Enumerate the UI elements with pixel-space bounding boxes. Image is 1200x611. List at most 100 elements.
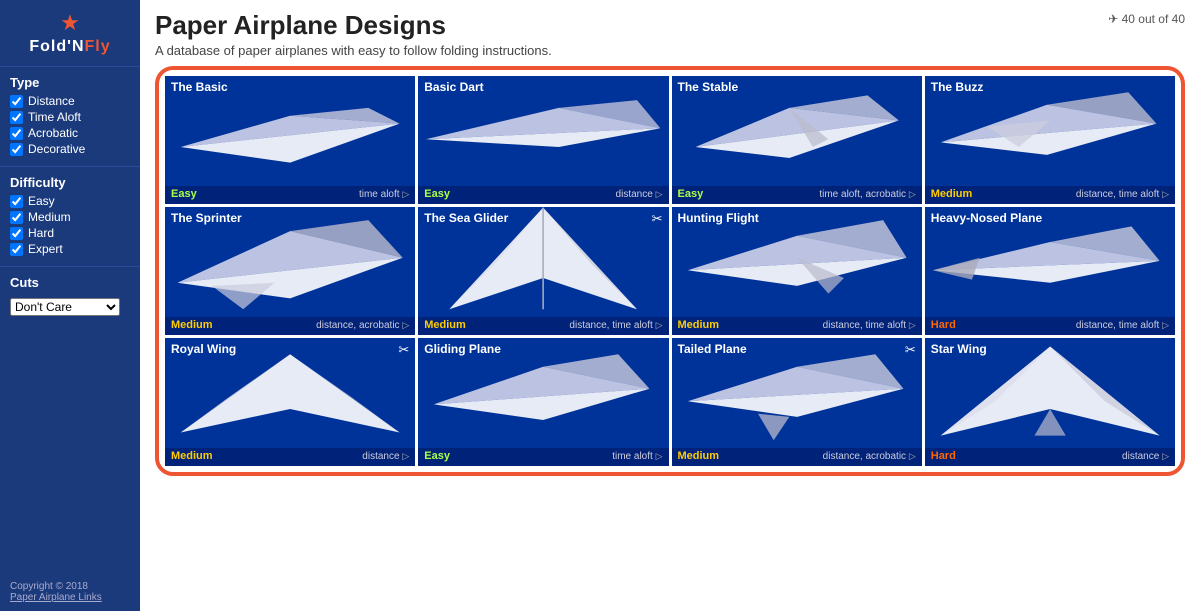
logo-text: Fold'NFly [8,38,132,56]
plane-card[interactable]: Basic Dart Easy distance ▷ [418,76,668,204]
filter-distance[interactable]: Distance [10,94,130,108]
expert-checkbox[interactable] [10,243,23,256]
decorative-checkbox[interactable] [10,143,23,156]
card-title: Basic Dart [424,80,483,94]
difficulty-badge: Easy [424,450,450,462]
time-aloft-label: Time Aloft [28,110,81,124]
time-aloft-checkbox[interactable] [10,111,23,124]
difficulty-badge: Easy [678,188,704,200]
logo-fly: Fly [85,38,111,55]
filter-decorative[interactable]: Decorative [10,142,130,156]
filter-time-aloft[interactable]: Time Aloft [10,110,130,124]
difficulty-badge: Easy [424,188,450,200]
plane-card[interactable]: Tailed Plane ✂ Medium distance, acrobati… [672,338,922,466]
easy-label: Easy [28,194,55,208]
bookmark-icon: ▷ [402,189,409,199]
plane-card[interactable]: Gliding Plane Easy time aloft ▷ [418,338,668,466]
plane-card[interactable]: The Buzz Medium distance, time aloft ▷ [925,76,1175,204]
cuts-section: Cuts Don't Care No Cuts With Cuts [0,267,140,324]
cuts-label: Cuts [10,275,130,290]
bookmark-icon: ▷ [402,320,409,330]
plane-card[interactable]: Star Wing Hard distance ▷ [925,338,1175,466]
bookmark-icon: ▷ [1162,320,1169,330]
card-tags: distance ▷ [362,451,409,462]
scissors-icon: ✂ [905,342,916,358]
filter-medium[interactable]: Medium [10,210,130,224]
card-tags: distance, time aloft ▷ [823,320,916,331]
filter-acrobatic[interactable]: Acrobatic [10,126,130,140]
paper-airplane-links[interactable]: Paper Airplane Links [10,592,102,603]
difficulty-badge: Medium [678,450,720,462]
plane-card[interactable]: Hunting Flight Medium distance, time alo… [672,207,922,335]
card-title: The Sea Glider [424,211,508,225]
type-label: Type [10,75,130,90]
plane-card[interactable]: The Basic Easy time aloft ▷ [165,76,415,204]
card-tags: distance ▷ [616,189,663,200]
card-tags: distance, time aloft ▷ [1076,189,1169,200]
medium-label: Medium [28,210,71,224]
card-title: The Sprinter [171,211,242,225]
scissors-icon: ✂ [652,211,663,227]
card-tags: distance ▷ [1122,451,1169,462]
distance-label: Distance [28,94,75,108]
card-title: Tailed Plane [678,342,747,356]
card-tags: distance, acrobatic ▷ [316,320,409,331]
acrobatic-checkbox[interactable] [10,127,23,140]
card-title: The Basic [171,80,228,94]
card-tags: time aloft ▷ [359,189,409,200]
difficulty-badge: Easy [171,188,197,200]
plane-card[interactable]: The Stable Easy time aloft, acrobatic ▷ [672,76,922,204]
difficulty-badge: Hard [931,450,956,462]
bookmark-icon: ▷ [909,451,916,461]
plane-card[interactable]: Heavy-Nosed Plane Hard distance, time al… [925,207,1175,335]
expert-label: Expert [28,242,63,256]
plane-card[interactable]: The Sea Glider ✂ Medium distance, time a… [418,207,668,335]
bookmark-icon: ▷ [909,189,916,199]
hard-checkbox[interactable] [10,227,23,240]
result-count: ✈ 40 out of 40 [1108,12,1185,26]
card-tags: time aloft, acrobatic ▷ [819,189,915,200]
medium-checkbox[interactable] [10,211,23,224]
difficulty-label: Difficulty [10,175,130,190]
filter-hard[interactable]: Hard [10,226,130,240]
card-title: Royal Wing [171,342,236,356]
difficulty-badge: Medium [171,450,213,462]
hard-label: Hard [28,226,54,240]
card-title: Hunting Flight [678,211,759,225]
card-tags: distance, acrobatic ▷ [823,451,916,462]
bookmark-icon: ▷ [1162,189,1169,199]
card-title: Star Wing [931,342,987,356]
type-filter-section: Type Distance Time Aloft Acrobatic Decor… [0,67,140,167]
card-title: The Stable [678,80,739,94]
card-title: Heavy-Nosed Plane [931,211,1042,225]
logo-area[interactable]: ★ Fold'NFly [0,0,140,67]
difficulty-filter-section: Difficulty Easy Medium Hard Expert [0,167,140,267]
filter-easy[interactable]: Easy [10,194,130,208]
bookmark-icon: ▷ [909,320,916,330]
scissors-icon: ✂ [398,342,409,358]
acrobatic-label: Acrobatic [28,126,78,140]
bookmark-icon: ▷ [656,320,663,330]
easy-checkbox[interactable] [10,195,23,208]
card-tags: distance, time aloft ▷ [1076,320,1169,331]
plane-card[interactable]: Royal Wing ✂ Medium distance ▷ [165,338,415,466]
distance-checkbox[interactable] [10,95,23,108]
bookmark-icon: ▷ [1162,451,1169,461]
decorative-label: Decorative [28,142,85,156]
plane-card[interactable]: The Sprinter Medium distance, acrobatic … [165,207,415,335]
main-header: Paper Airplane Designs A database of pap… [155,10,1185,58]
grid-wrapper: The Basic Easy time aloft ▷ Basic Dart E… [155,66,1185,476]
filter-expert[interactable]: Expert [10,242,130,256]
page-subtitle: A database of paper airplanes with easy … [155,43,1185,58]
difficulty-badge: Hard [931,319,956,331]
sidebar-footer: Copyright © 2018 Paper Airplane Links [0,573,140,611]
main-content: Paper Airplane Designs A database of pap… [140,0,1200,611]
difficulty-badge: Medium [424,319,466,331]
copyright-text: Copyright © 2018 [10,581,130,592]
cuts-select[interactable]: Don't Care No Cuts With Cuts [10,298,120,316]
bookmark-icon: ▷ [402,451,409,461]
difficulty-badge: Medium [171,319,213,331]
card-title: The Buzz [931,80,984,94]
card-title: Gliding Plane [424,342,501,356]
logo-star-icon: ★ [8,10,132,36]
